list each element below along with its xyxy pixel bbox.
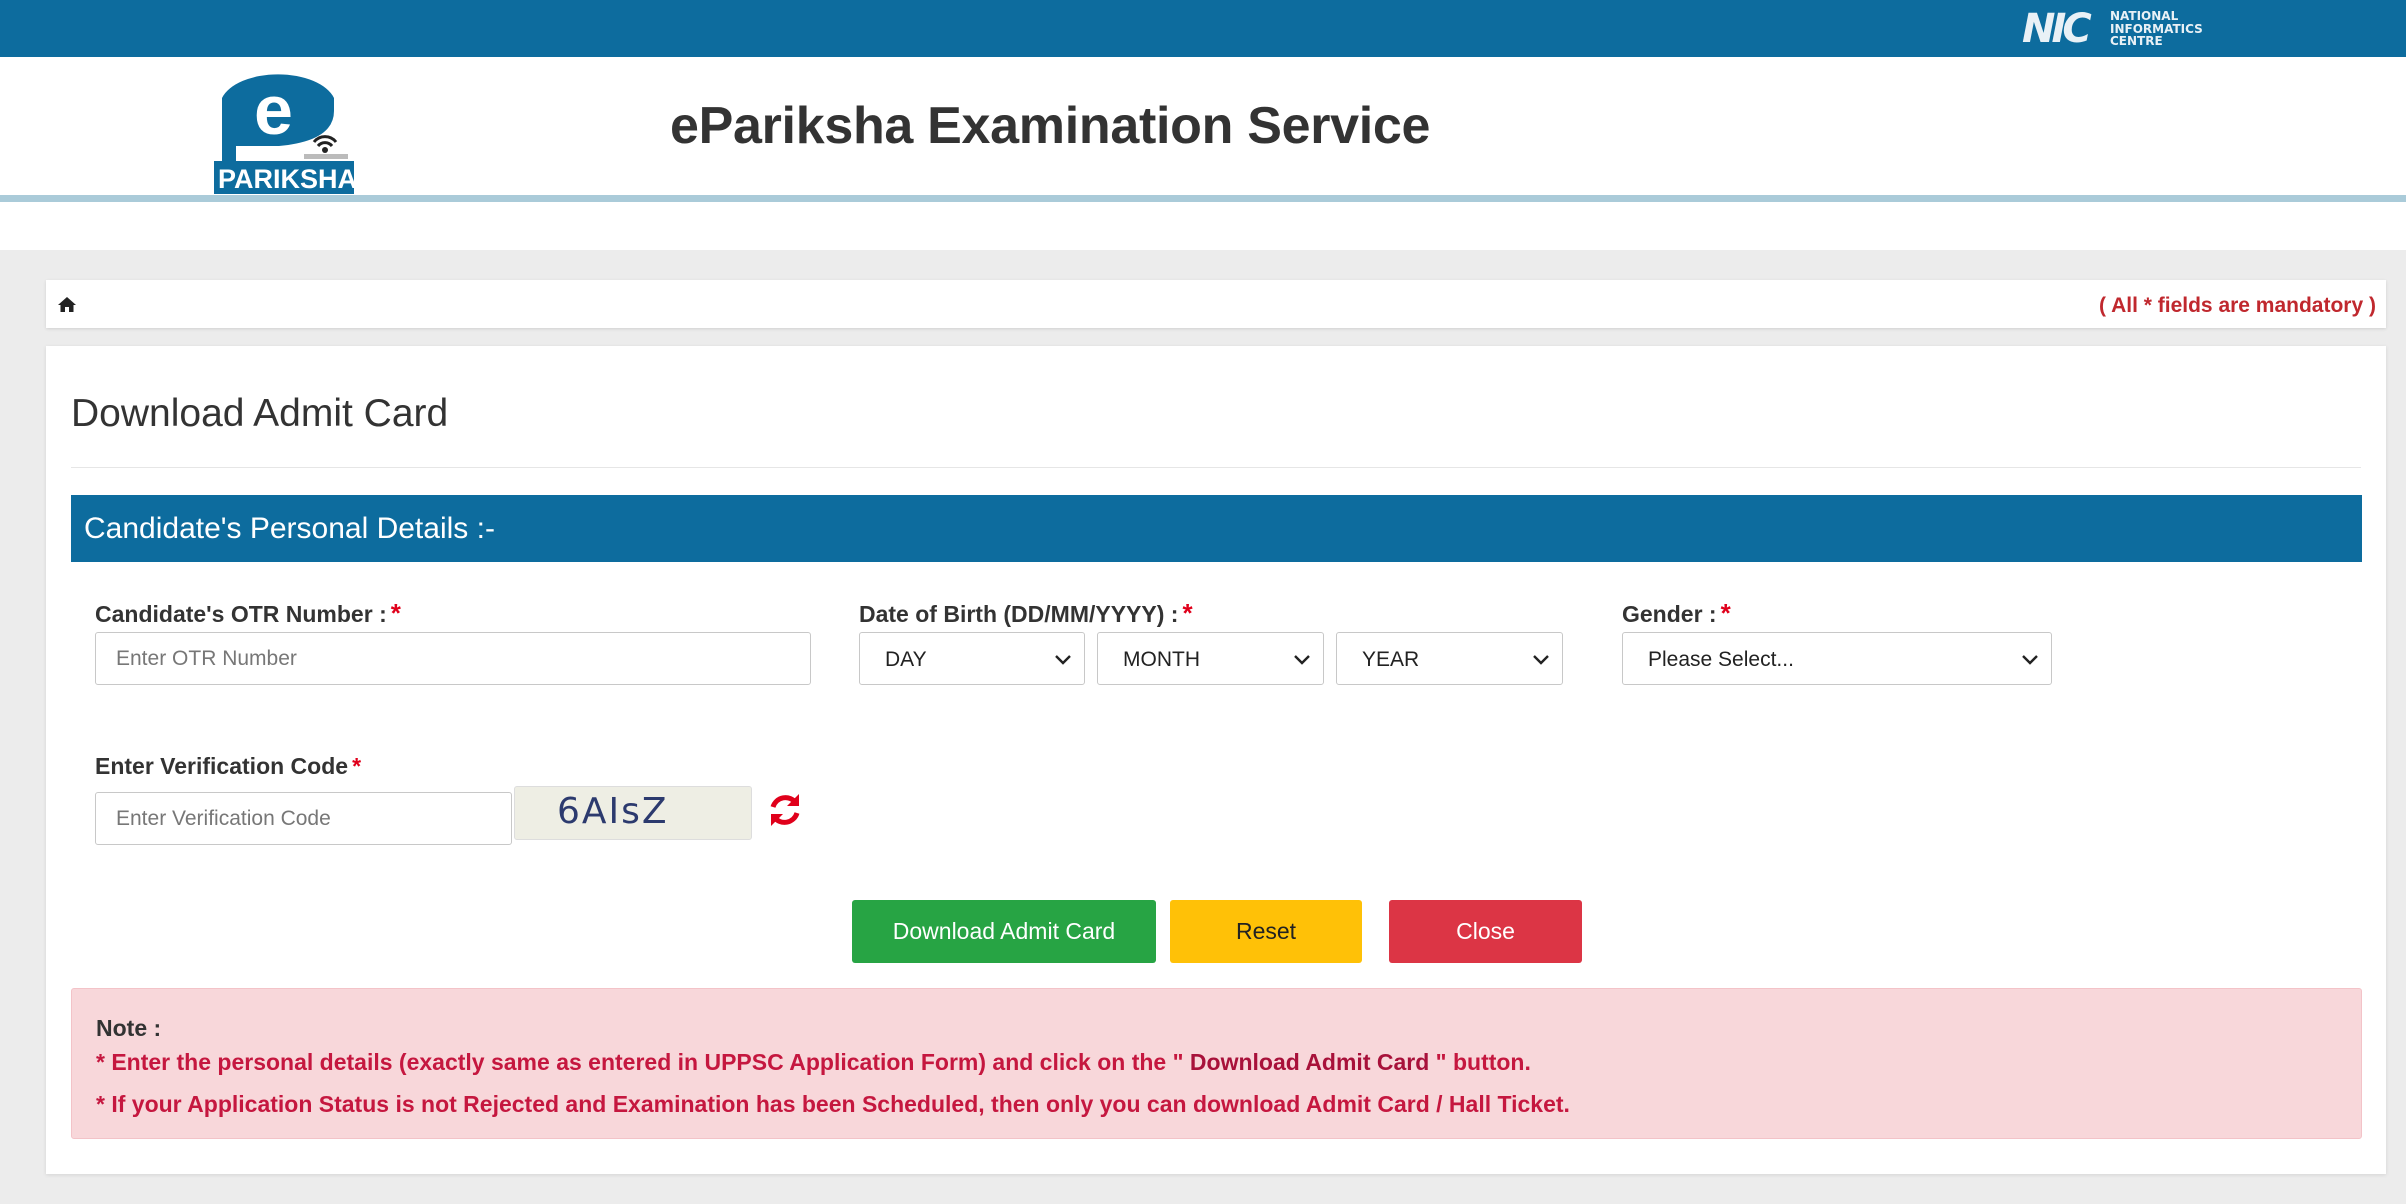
dob-day-value: DAY bbox=[885, 648, 927, 671]
close-button[interactable]: Close bbox=[1389, 900, 1582, 963]
site-title: ePariksha Examination Service bbox=[670, 97, 1431, 155]
nic-logo: NIC NATIONAL INFORMATICS CENTRE bbox=[2022, 6, 2222, 52]
verification-label-group: Enter Verification Code * bbox=[95, 753, 361, 780]
breadcrumb-bar: ( All * fields are mandatory ) bbox=[46, 280, 2386, 328]
note-box: Note : * Enter the personal details (exa… bbox=[71, 988, 2362, 1139]
chevron-down-icon bbox=[1533, 655, 1549, 665]
page-title: Download Admit Card bbox=[71, 392, 449, 435]
note-line-1-prefix: * Enter the personal details (exactly sa… bbox=[96, 1049, 1184, 1075]
dob-month-select[interactable]: MONTH bbox=[1097, 632, 1324, 685]
note-line-2: * If your Application Status is not Reje… bbox=[96, 1091, 1570, 1117]
captcha-image: 6AIsZ bbox=[514, 786, 752, 840]
header-divider bbox=[0, 195, 2406, 202]
epariksha-logo: e PARIKSHA bbox=[214, 71, 354, 194]
download-admit-card-button[interactable]: Download Admit Card bbox=[852, 900, 1156, 963]
nic-logo-letters: NIC bbox=[2022, 6, 2092, 52]
dob-required-mark: * bbox=[1182, 598, 1193, 628]
chevron-down-icon bbox=[2022, 655, 2038, 665]
gender-selected-value: Please Select... bbox=[1648, 648, 1794, 671]
header-spacer bbox=[0, 202, 2406, 250]
dob-year-value: YEAR bbox=[1362, 648, 1420, 671]
dob-label-group: Date of Birth (DD/MM/YYYY) : * bbox=[859, 598, 1193, 629]
reset-button[interactable]: Reset bbox=[1170, 900, 1362, 963]
section-header: Candidate's Personal Details :- bbox=[71, 495, 2362, 562]
dob-day-select[interactable]: DAY bbox=[859, 632, 1085, 685]
home-icon[interactable] bbox=[57, 294, 77, 314]
section-title: Candidate's Personal Details :- bbox=[84, 512, 495, 545]
note-line-1: * Enter the personal details (exactly sa… bbox=[96, 1049, 1531, 1076]
logo-word: PARIKSHA bbox=[218, 164, 354, 194]
gender-select[interactable]: Please Select... bbox=[1622, 632, 2052, 685]
note-line-1-bold: Download Admit Card bbox=[1183, 1049, 1436, 1075]
refresh-icon[interactable] bbox=[766, 790, 804, 830]
verification-code-input[interactable] bbox=[95, 792, 512, 845]
verification-label: Enter Verification Code bbox=[95, 753, 349, 779]
otr-label: Candidate's OTR Number : bbox=[95, 601, 387, 627]
gender-label-group: Gender : * bbox=[1622, 598, 1731, 629]
otr-number-input[interactable] bbox=[95, 632, 811, 685]
top-bar: NIC NATIONAL INFORMATICS CENTRE bbox=[0, 0, 2406, 57]
chevron-down-icon bbox=[1055, 655, 1071, 665]
otr-label-group: Candidate's OTR Number : * bbox=[95, 598, 401, 629]
chevron-down-icon bbox=[1294, 655, 1310, 665]
dob-label: Date of Birth (DD/MM/YYYY) : bbox=[859, 601, 1179, 627]
logo-letter: e bbox=[254, 71, 293, 149]
gender-label: Gender : bbox=[1622, 601, 1717, 627]
title-divider bbox=[71, 467, 2361, 468]
dob-month-value: MONTH bbox=[1123, 648, 1200, 671]
verification-required-mark: * bbox=[352, 753, 362, 779]
otr-required-mark: * bbox=[390, 598, 401, 628]
dob-year-select[interactable]: YEAR bbox=[1336, 632, 1563, 685]
note-label: Note : bbox=[96, 1015, 162, 1041]
mandatory-fields-note: ( All * fields are mandatory ) bbox=[2099, 294, 2376, 317]
captcha-text: 6AIsZ bbox=[557, 791, 669, 832]
gender-required-mark: * bbox=[1720, 598, 1731, 628]
nic-logo-text: NATIONAL INFORMATICS CENTRE bbox=[2110, 9, 2203, 48]
note-line-1-suffix: " button. bbox=[1435, 1049, 1531, 1075]
